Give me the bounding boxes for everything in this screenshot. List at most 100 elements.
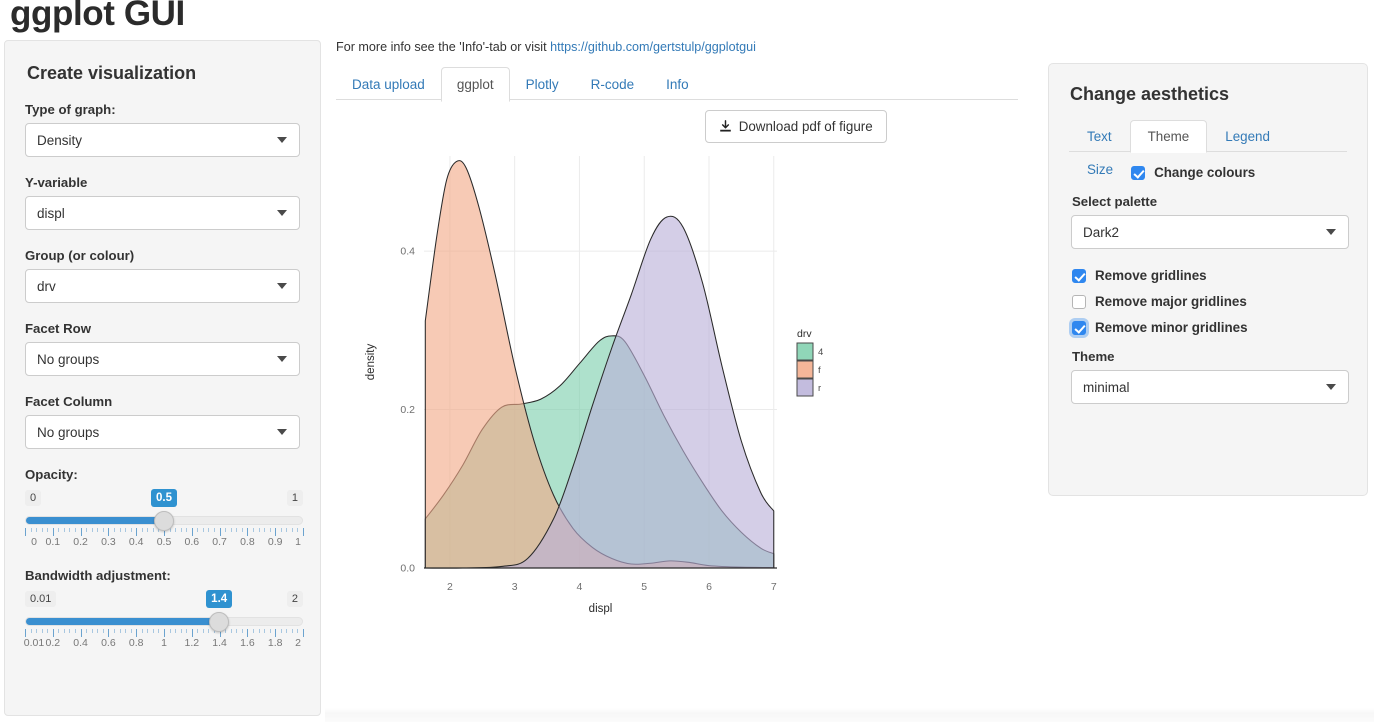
- aesthetics-title: Change aesthetics: [1070, 84, 1230, 104]
- create-visualization-panel: Create visualization Type of graph: Dens…: [4, 40, 321, 716]
- slider-scale-tick: 0.9: [267, 536, 283, 548]
- select-value-palette: Dark2: [1083, 224, 1120, 240]
- slider-handle-opacity[interactable]: [154, 511, 174, 531]
- field-facet-row: Facet Row No groups: [25, 321, 300, 376]
- github-link[interactable]: https://github.com/gertstulp/ggplotgui: [550, 40, 756, 54]
- checkbox-row-remove-major-gridlines[interactable]: Remove major gridlines: [1072, 294, 1347, 309]
- slider-scale-opacity: 0 0.1 0.2 0.3 0.4 0.5 0.6 0.7 0.8 0.9 1: [25, 536, 303, 550]
- legend-swatch: [796, 342, 814, 361]
- field-label-group-colour: Group (or colour): [25, 248, 135, 263]
- slider-handle-bandwidth[interactable]: [209, 612, 230, 632]
- slider-bandwidth-control[interactable]: 0.01 2 1.4 0.01 0.2 0.4 0.6 0.8 1 1.2 1.4 1.6 1.8…: [23, 590, 304, 653]
- app-root: ggplot GUI Create visualization Type of …: [0, 0, 1374, 722]
- checkbox-row-change-colours[interactable]: Change colours: [1131, 165, 1347, 180]
- field-label-y-variable: Y-variable: [25, 175, 88, 190]
- slider-value-opacity: 0.5: [151, 489, 177, 507]
- slider-opacity-control[interactable]: 0 1 0.5 0 0.1 0.2 0.3 0.4 0.5 0.6 0.7 0.8 0.9 1: [25, 489, 304, 552]
- select-theme[interactable]: minimal: [1071, 370, 1349, 404]
- select-value-y-variable: displ: [37, 205, 65, 221]
- checkbox-change-colours[interactable]: [1131, 165, 1146, 180]
- slider-scale-tick: 1.2: [184, 637, 200, 649]
- select-y-variable[interactable]: displ: [25, 196, 300, 230]
- checkbox-row-remove-gridlines[interactable]: Remove gridlines: [1072, 268, 1347, 283]
- select-value-facet-row: No groups: [37, 351, 100, 367]
- checkbox-remove-gridlines[interactable]: [1072, 268, 1086, 283]
- x-tick-label: 7: [771, 581, 777, 593]
- legend-swatch: [796, 360, 814, 379]
- slider-scale-tick: 0: [31, 536, 37, 548]
- sidebar-title: Create visualization: [27, 63, 197, 83]
- slider-scale-tick: 1.6: [240, 637, 255, 649]
- x-tick-label: 4: [577, 581, 583, 593]
- y-tick-label: 0.4: [400, 246, 415, 258]
- x-tick-label: 6: [706, 581, 712, 593]
- info-line: For more info see the 'Info'-tab or visi…: [336, 40, 1026, 54]
- slider-scale-tick: 0.4: [128, 536, 144, 548]
- select-type-of-graph[interactable]: Density: [25, 123, 300, 157]
- chevron-down-icon: [277, 356, 287, 362]
- legend-label: f: [818, 365, 821, 376]
- slider-scale-tick: 1.4: [212, 637, 227, 649]
- tab-legend[interactable]: Legend: [1207, 120, 1288, 153]
- slider-opacity[interactable]: Opacity: 0 1 0.5 0 0.1 0.2 0.3 0.4 0.5 0.6 0.7 0…: [25, 467, 304, 552]
- tab-size[interactable]: Size: [1069, 153, 1131, 186]
- tab-data-upload[interactable]: Data upload: [336, 67, 441, 102]
- y-tick-label: 0.0: [400, 563, 415, 575]
- select-value-group-colour: drv: [37, 278, 56, 294]
- field-facet-column: Facet Column No groups: [25, 394, 300, 449]
- tab-plotly[interactable]: Plotly: [510, 67, 575, 102]
- chevron-down-icon: [277, 137, 287, 143]
- tab-theme[interactable]: Theme: [1129, 120, 1208, 153]
- slider-scale-tick: 0.1: [45, 536, 61, 548]
- slider-scale-tick: 0.6: [184, 536, 200, 548]
- checkbox-label-remove-major-gridlines: Remove major gridlines: [1095, 294, 1247, 309]
- tab-ggplot[interactable]: ggplot: [440, 67, 510, 102]
- chevron-down-icon: [277, 429, 287, 435]
- checkbox-remove-major-gridlines[interactable]: [1072, 294, 1086, 309]
- label-theme: Theme: [1072, 349, 1115, 364]
- select-facet-row[interactable]: No groups: [25, 342, 300, 376]
- slider-scale-tick: 0.4: [73, 637, 88, 649]
- checkbox-label-remove-minor-gridlines: Remove minor gridlines: [1095, 320, 1248, 335]
- tab-r-code[interactable]: R-code: [575, 67, 651, 102]
- y-tick-label: 0.2: [400, 404, 415, 416]
- y-axis-title: density: [365, 344, 377, 381]
- slider-fill-bandwidth: [26, 618, 221, 625]
- horizontal-scrollbar[interactable]: [325, 708, 1374, 722]
- field-type-of-graph: Type of graph: Density: [25, 102, 300, 157]
- slider-max-bandwidth: 2: [286, 591, 303, 607]
- chevron-down-icon: [277, 283, 287, 289]
- slider-scale-tick: 0.01: [23, 637, 45, 649]
- chevron-down-icon: [1326, 384, 1336, 390]
- checkbox-label-change-colours: Change colours: [1154, 165, 1256, 180]
- checkbox-remove-minor-gridlines[interactable]: [1072, 320, 1086, 335]
- select-facet-column[interactable]: No groups: [25, 415, 300, 449]
- select-group-colour[interactable]: drv: [25, 269, 300, 303]
- slider-track-bandwidth[interactable]: [25, 617, 303, 626]
- slider-label-opacity: Opacity:: [25, 467, 78, 482]
- slider-scale-tick: 0.8: [128, 637, 144, 649]
- tab-info[interactable]: Info: [650, 67, 705, 102]
- chevron-down-icon: [1326, 229, 1336, 235]
- x-tick-label: 5: [641, 581, 647, 593]
- density-plot: 2 3 4 5 6 7 0.0 0.2 0.4 displ density drv 4 f r: [352, 148, 852, 623]
- field-y-variable: Y-variable displ: [25, 175, 300, 230]
- select-palette[interactable]: Dark2: [1071, 215, 1349, 249]
- change-aesthetics-panel: Change aesthetics Text Theme Legend Size…: [1048, 63, 1368, 496]
- slider-scale-tick: 0.7: [212, 536, 227, 548]
- checkbox-row-remove-minor-gridlines[interactable]: Remove minor gridlines: [1072, 320, 1347, 335]
- main-tabs: Data upload ggplot Plotly R-code Info: [336, 67, 1018, 102]
- slider-value-bandwidth: 1.4: [206, 590, 233, 608]
- slider-min-bandwidth: 0.01: [25, 591, 57, 607]
- label-select-palette: Select palette: [1072, 194, 1158, 209]
- legend-swatch: [796, 378, 814, 397]
- slider-scale-tick: 0.6: [101, 637, 116, 649]
- info-line-text: For more info see the 'Info'-tab or visi…: [336, 40, 551, 54]
- tab-text[interactable]: Text: [1069, 120, 1130, 153]
- download-pdf-button[interactable]: Download pdf of figure: [704, 110, 887, 143]
- field-label-type-of-graph: Type of graph:: [25, 102, 116, 117]
- slider-scale-tick: 0.8: [240, 536, 255, 548]
- download-icon: [719, 120, 732, 133]
- slider-bandwidth[interactable]: Bandwidth adjustment: 0.01 2 1.4 0.01 0.2…: [23, 568, 304, 653]
- chevron-down-icon: [277, 210, 287, 216]
